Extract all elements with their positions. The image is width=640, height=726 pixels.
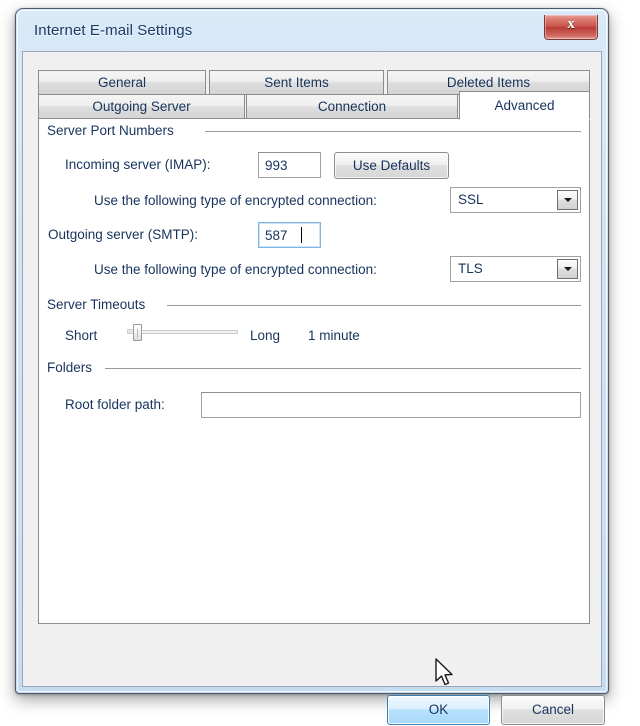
tab-advanced[interactable]: Advanced — [459, 91, 590, 120]
chevron-down-icon — [563, 198, 572, 202]
label-incoming-encryption: Use the following type of encrypted conn… — [94, 193, 377, 208]
tab-connection[interactable]: Connection — [246, 94, 458, 120]
group-label-folders: Folders — [47, 360, 99, 375]
tab-page-advanced: Server Port Numbers Incoming server (IMA… — [38, 118, 590, 624]
outgoing-server-port-input[interactable] — [258, 222, 321, 248]
use-defaults-button[interactable]: Use Defaults — [334, 152, 449, 179]
timeout-value-label: 1 minute — [308, 328, 360, 343]
dialog-client-area: General Sent Items Deleted Items Outgoin… — [22, 51, 605, 725]
outgoing-encryption-dropdown-button[interactable] — [557, 259, 578, 279]
group-rule-server-timeouts — [167, 305, 581, 306]
group-rule-folders — [105, 368, 581, 369]
incoming-encryption-combobox[interactable]: SSL — [450, 187, 581, 213]
incoming-server-port-input[interactable] — [258, 152, 321, 178]
close-icon: x — [567, 16, 575, 32]
label-timeout-long: Long — [250, 328, 281, 343]
group-label-server-timeouts: Server Timeouts — [47, 297, 152, 312]
label-root-folder-path: Root folder path: — [65, 397, 165, 412]
dialog-window: Internet E-mail Settings x General Sent … — [15, 8, 609, 725]
root-folder-path-input[interactable] — [201, 392, 581, 418]
tab-strip: General Sent Items Deleted Items Outgoin… — [38, 70, 590, 120]
slider-thumb[interactable] — [133, 324, 142, 341]
chevron-down-icon — [563, 267, 572, 271]
outgoing-encryption-combobox[interactable]: TLS — [450, 256, 581, 282]
incoming-encryption-dropdown-button[interactable] — [557, 190, 578, 210]
tab-sent-items[interactable]: Sent Items — [209, 70, 384, 95]
tab-outgoing-server[interactable]: Outgoing Server — [38, 94, 245, 120]
slider-thumb-notch — [137, 329, 138, 337]
tab-general[interactable]: General — [38, 70, 206, 95]
cancel-button[interactable]: Cancel — [501, 695, 605, 725]
server-timeout-slider[interactable] — [127, 323, 238, 342]
slider-track[interactable] — [127, 330, 238, 334]
incoming-encryption-value: SSL — [458, 192, 484, 207]
label-timeout-short: Short — [65, 328, 98, 343]
label-outgoing-encryption: Use the following type of encrypted conn… — [94, 262, 377, 277]
outgoing-encryption-value: TLS — [458, 261, 483, 276]
window-title: Internet E-mail Settings — [34, 22, 193, 39]
title-bar[interactable]: Internet E-mail Settings x — [16, 9, 608, 55]
close-button[interactable]: x — [544, 15, 598, 40]
text-caret — [301, 227, 302, 243]
ok-button[interactable]: OK — [387, 695, 490, 725]
group-label-server-port-numbers: Server Port Numbers — [47, 123, 180, 138]
label-outgoing-server: Outgoing server (SMTP): — [48, 227, 199, 242]
label-incoming-server: Incoming server (IMAP): — [65, 157, 211, 172]
group-rule-server-port-numbers — [205, 131, 581, 132]
